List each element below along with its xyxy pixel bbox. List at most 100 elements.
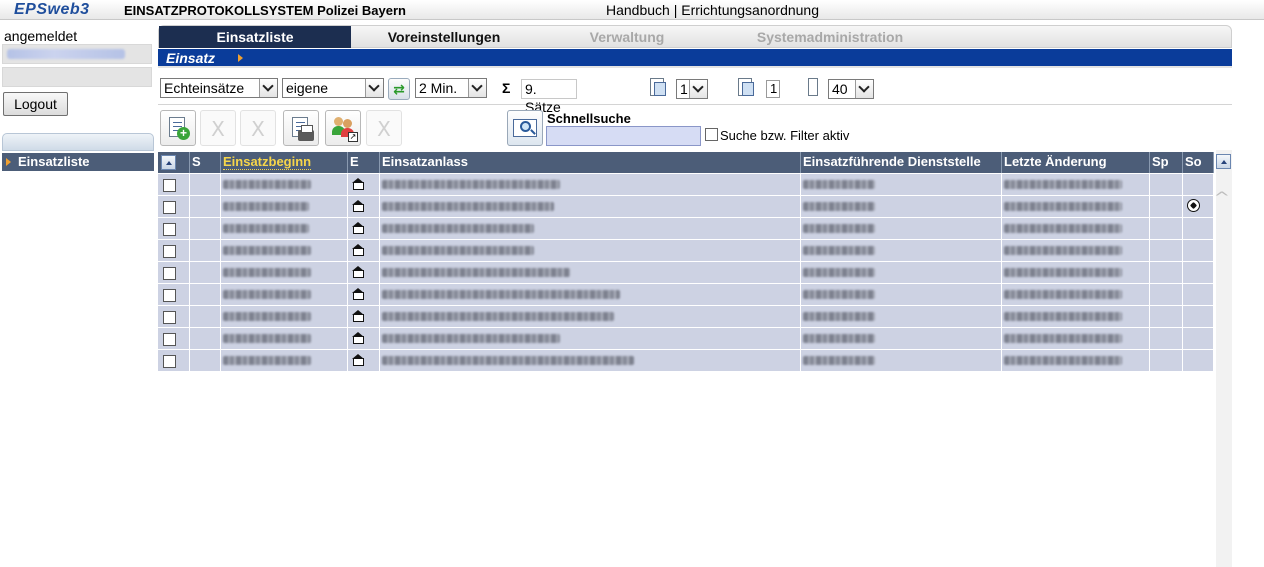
row-checkbox[interactable] [163, 311, 176, 324]
refresh-button[interactable]: ⇄ [388, 78, 410, 100]
table-cell [380, 196, 801, 217]
select-all-button[interactable] [161, 155, 176, 170]
einsatz-type-select[interactable]: Echteinsätze [160, 78, 278, 98]
edit-entry-icon[interactable] [352, 310, 364, 322]
table-cell [158, 306, 190, 327]
redacted-text [803, 246, 875, 255]
column-einsatzbeginn[interactable]: Einsatzbeginn [221, 152, 348, 173]
table-cell [1183, 306, 1214, 327]
redacted-text [1004, 268, 1122, 277]
top-links: Handbuch | Errichtungsanordnung [606, 2, 819, 18]
chevron-down-icon [855, 80, 873, 98]
owner-select[interactable]: eigene [282, 78, 384, 98]
column-s[interactable]: S [190, 152, 221, 173]
table-row[interactable] [158, 262, 1214, 284]
row-checkbox[interactable] [163, 201, 176, 214]
column-e[interactable]: E [348, 152, 380, 173]
table-cell [348, 284, 380, 305]
row-checkbox[interactable] [163, 179, 176, 192]
table-cell [221, 350, 348, 371]
page-select[interactable]: 1 [676, 79, 708, 99]
assign-users-button[interactable]: ↗ [325, 110, 361, 146]
scroll-up-button[interactable] [1216, 154, 1231, 169]
row-checkbox[interactable] [163, 223, 176, 236]
row-checkbox[interactable] [163, 289, 176, 302]
table-cell [801, 306, 1002, 327]
table-cell [801, 240, 1002, 261]
quick-search-label: Schnellsuche [547, 111, 631, 126]
sidebar-item-einsatzliste[interactable]: Einsatzliste [2, 153, 154, 171]
column-so[interactable]: So [1183, 152, 1214, 173]
edit-entry-icon[interactable] [352, 266, 364, 278]
delete-icon: X [211, 117, 225, 141]
scroll-strip[interactable] [1216, 150, 1232, 567]
edit-entry-icon[interactable] [352, 222, 364, 234]
edit-entry-icon[interactable] [352, 178, 364, 190]
page-value: 1 [680, 81, 688, 97]
table-row[interactable] [158, 218, 1214, 240]
football-icon [1187, 199, 1200, 212]
table-cell [190, 350, 221, 371]
action-toolbar: + X X ↗ X Schnellsuche Suche bzw. Filter… [158, 106, 1232, 150]
quick-search-input[interactable] [546, 126, 701, 146]
edit-entry-icon[interactable] [352, 244, 364, 256]
edit-entry-icon[interactable] [352, 200, 364, 212]
redacted-text [223, 246, 311, 255]
select-all-cell [158, 152, 190, 173]
tab-einsatzliste[interactable]: Einsatzliste [159, 26, 351, 48]
table-cell [158, 262, 190, 283]
app-title: EINSATZPROTOKOLLSYSTEM Polizei Bayern [124, 3, 406, 18]
app-logo: EPSweb3 [14, 1, 90, 18]
filter-active-checkbox[interactable] [705, 128, 718, 141]
column-einsatzanlass[interactable]: Einsatzanlass [380, 152, 801, 173]
handbuch-link[interactable]: Handbuch [606, 2, 670, 18]
redacted-text [803, 180, 875, 189]
row-checkbox[interactable] [163, 245, 176, 258]
redacted-text [382, 290, 620, 299]
refresh-interval-select[interactable]: 2 Min. [415, 78, 487, 98]
table-cell [801, 284, 1002, 305]
delete-icon: X [377, 117, 391, 141]
table-cell [158, 350, 190, 371]
column-letzte-aenderung[interactable]: Letzte Änderung [1002, 152, 1150, 173]
top-bar: EPSweb3 EINSATZPROTOKOLLSYSTEM Polizei B… [0, 0, 1264, 20]
table-row[interactable] [158, 240, 1214, 262]
redacted-text [382, 334, 560, 343]
redacted-text [382, 224, 534, 233]
table-row[interactable] [158, 196, 1214, 218]
print-button[interactable] [283, 110, 319, 146]
table-row[interactable] [158, 284, 1214, 306]
row-checkbox[interactable] [163, 333, 176, 346]
edit-entry-icon[interactable] [352, 354, 364, 366]
column-dienststelle[interactable]: Einsatzführende Dienststelle [801, 152, 1002, 173]
table-cell [1002, 240, 1150, 261]
redacted-text [1004, 356, 1122, 365]
table-cell [190, 174, 221, 195]
edit-entry-icon[interactable] [352, 332, 364, 344]
table-row[interactable] [158, 328, 1214, 350]
table-cell [801, 262, 1002, 283]
tab-voreinstellungen[interactable]: Voreinstellungen [351, 26, 537, 48]
errichtungsanordnung-link[interactable]: Errichtungsanordnung [681, 2, 819, 18]
table-row[interactable] [158, 306, 1214, 328]
table-cell [1183, 262, 1214, 283]
quick-search-button[interactable] [507, 110, 543, 146]
column-sp[interactable]: Sp [1150, 152, 1183, 173]
redacted-text [223, 202, 309, 211]
table-row[interactable] [158, 174, 1214, 196]
table-cell [1150, 240, 1183, 261]
table-row[interactable] [158, 350, 1214, 372]
redacted-text [1004, 224, 1122, 233]
table-cell [1183, 350, 1214, 371]
edit-entry-icon[interactable] [352, 288, 364, 300]
table-cell [190, 306, 221, 327]
logout-button[interactable]: Logout [3, 92, 68, 116]
new-entry-button[interactable]: + [160, 110, 196, 146]
table-cell [1150, 174, 1183, 195]
arrow-right-icon [238, 54, 243, 62]
user-name-redacted [7, 49, 125, 59]
rows-per-page-select[interactable]: 40 [828, 79, 874, 99]
table-cell [380, 284, 801, 305]
row-checkbox[interactable] [163, 267, 176, 280]
row-checkbox[interactable] [163, 355, 176, 368]
